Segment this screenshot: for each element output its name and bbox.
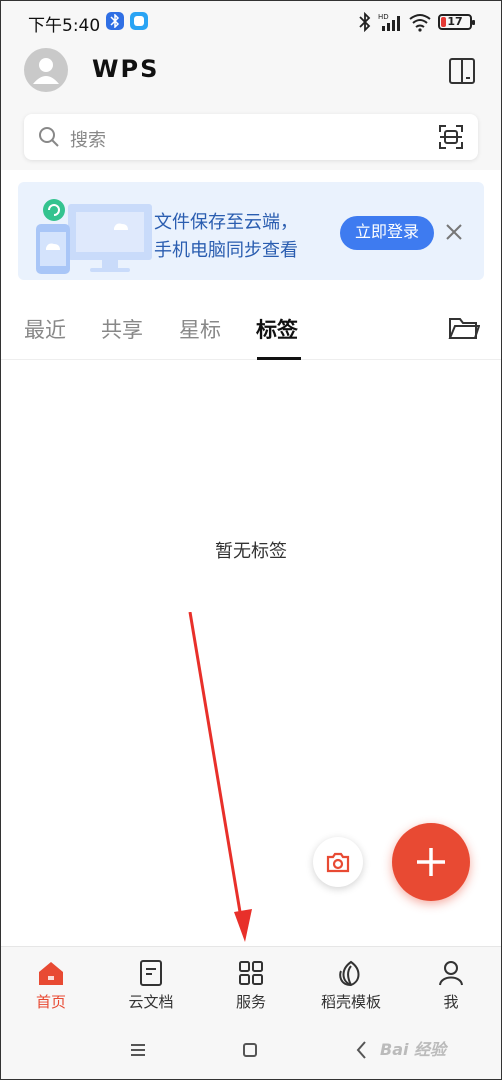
nav-services-label: 服务	[235, 994, 266, 1011]
app-notification-icon	[130, 12, 148, 30]
home-icon	[39, 962, 63, 985]
menu-icon[interactable]	[126, 1038, 150, 1062]
status-icons: HD 17	[358, 11, 475, 33]
watermark: Bai 经验	[380, 1040, 447, 1059]
grid-icon	[239, 961, 263, 985]
search-icon	[39, 127, 59, 147]
nav-home[interactable]: 首页	[1, 947, 101, 1021]
tablet-mode-button[interactable]	[446, 56, 478, 86]
tablet-icon	[449, 58, 475, 84]
leaf-icon	[339, 960, 360, 987]
search-input[interactable]: 搜索	[24, 114, 478, 160]
empty-state-text: 暂无标签	[215, 541, 287, 562]
cloud-sync-illustration	[36, 199, 152, 274]
person-icon	[439, 961, 463, 986]
banner-text-line1: 文件保存至云端，	[154, 212, 298, 233]
avatar[interactable]	[24, 48, 68, 92]
tab-tags[interactable]: 标签	[256, 314, 298, 344]
add-new-button[interactable]	[392, 823, 470, 901]
folder-icon[interactable]	[448, 314, 480, 342]
annotation-arrow	[188, 612, 252, 942]
login-promo-banner: 文件保存至云端， 手机电脑同步查看 立即登录	[18, 182, 484, 280]
wps-logo: WPS	[92, 55, 160, 83]
nav-templates[interactable]: 稻壳模板	[301, 947, 401, 1021]
tab-recent[interactable]: 最近	[24, 314, 66, 344]
svg-text:HD: HD	[378, 13, 389, 21]
home-square-icon[interactable]	[238, 1038, 262, 1062]
search-placeholder: 搜索	[70, 130, 106, 151]
nav-templates-label: 稻壳模板	[320, 994, 381, 1011]
wifi-icon	[409, 14, 431, 32]
status-time: 下午5:40	[28, 16, 101, 36]
tab-starred[interactable]: 星标	[179, 314, 221, 344]
back-icon[interactable]	[350, 1038, 374, 1062]
login-button[interactable]: 立即登录	[340, 216, 434, 250]
nav-me[interactable]: 我	[401, 947, 501, 1021]
active-tab-indicator	[257, 357, 301, 360]
battery-level: 17	[447, 15, 463, 28]
nav-me-label: 我	[443, 994, 459, 1011]
nav-cloud-docs[interactable]: 云文档	[101, 947, 201, 1021]
tab-shared[interactable]: 共享	[101, 314, 143, 344]
plus-icon	[417, 848, 445, 876]
banner-text-line2: 手机电脑同步查看	[154, 240, 298, 261]
nav-services[interactable]: 服务	[201, 947, 301, 1021]
status-bar: 下午5:40 HD 17	[0, 0, 502, 44]
close-icon[interactable]	[444, 222, 464, 242]
document-icon	[140, 960, 162, 986]
app-notification-icon	[106, 12, 124, 30]
signal-icon: HD	[378, 13, 400, 31]
nav-cloud-docs-label: 云文档	[128, 994, 174, 1011]
camera-button[interactable]	[313, 837, 363, 887]
scan-icon[interactable]	[438, 124, 464, 150]
camera-icon	[326, 852, 350, 873]
file-tabs: 最近 共享 星标 标签	[0, 300, 502, 360]
battery-icon: 17	[438, 14, 475, 30]
bluetooth-icon	[359, 12, 371, 32]
app-header: WPS	[0, 44, 502, 104]
bottom-navigation: 首页 云文档 服务 稻壳模板 我	[0, 946, 502, 1020]
nav-home-label: 首页	[35, 994, 66, 1011]
search-area: 搜索	[0, 104, 502, 170]
